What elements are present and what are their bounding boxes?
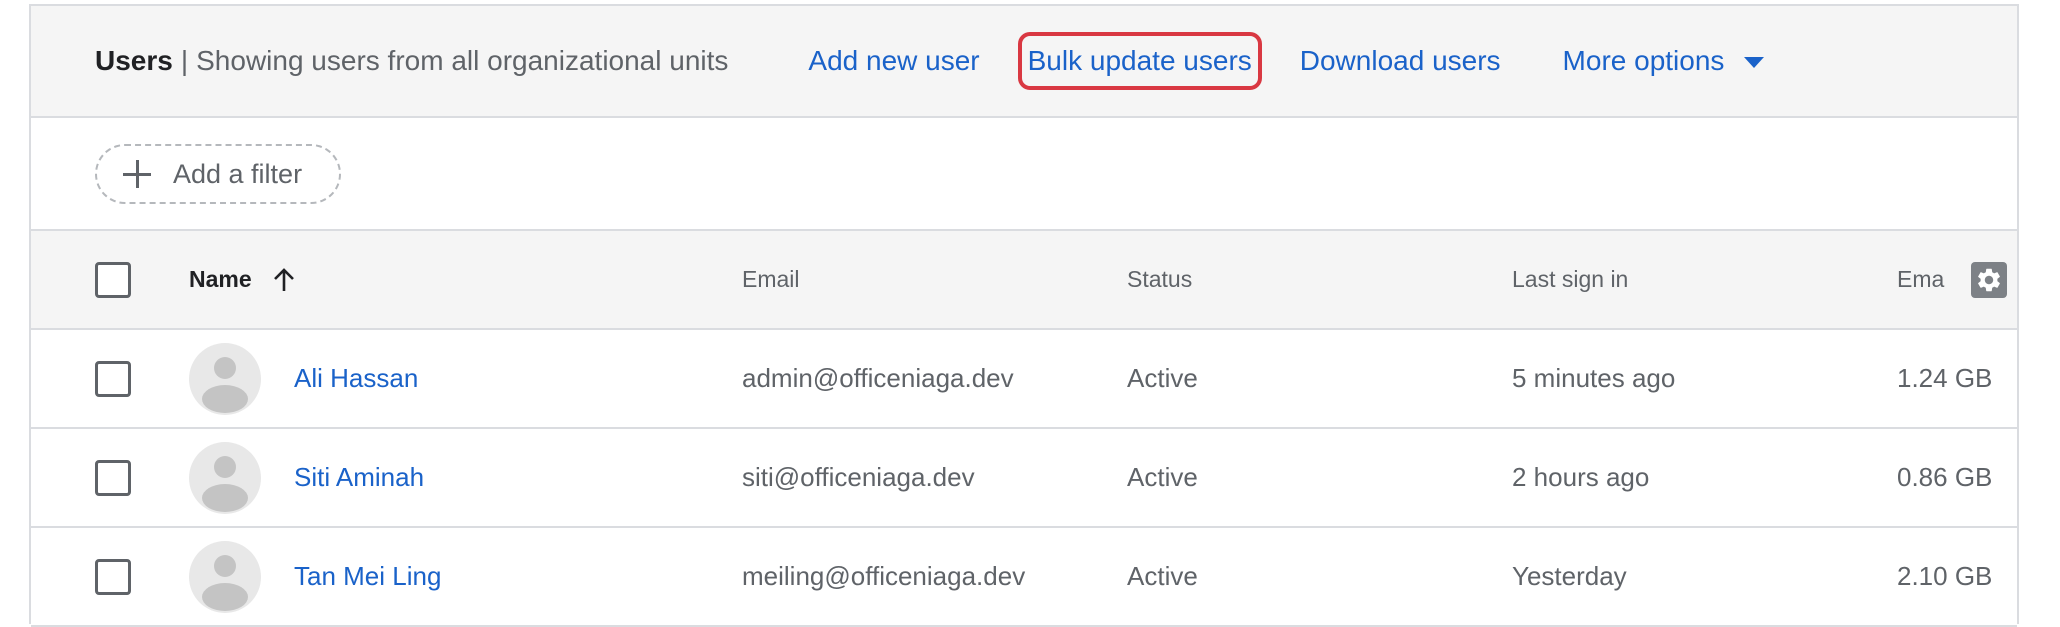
user-storage: 2.10 GB (1897, 561, 1993, 591)
bulk-update-users-link[interactable]: Bulk update users (1017, 32, 1262, 90)
user-last-sign-in: 5 minutes ago (1512, 363, 1676, 393)
user-email: meiling@officeniaga.dev (742, 561, 1026, 591)
user-storage: 0.86 GB (1897, 462, 1993, 492)
table-header-row: Name Email Status Last sign in Ema (31, 231, 2017, 330)
table-row[interactable]: Ali Hassan admin@officeniaga.dev Active … (31, 330, 2017, 429)
user-email: siti@officeniaga.dev (742, 462, 975, 492)
table-row[interactable]: Tan Mei Ling meiling@officeniaga.dev Act… (31, 528, 2017, 627)
table-row[interactable]: Siti Aminah siti@officeniaga.dev Active … (31, 429, 2017, 528)
caret-down-icon (1744, 56, 1765, 68)
plus-icon (123, 160, 151, 188)
avatar (189, 342, 261, 415)
user-email: admin@officeniaga.dev (742, 363, 1014, 393)
row-checkbox[interactable] (95, 558, 131, 595)
add-filter-button[interactable]: Add a filter (95, 144, 341, 204)
user-name-link[interactable]: Ali Hassan (294, 330, 418, 427)
more-options-label: More options (1562, 45, 1725, 76)
more-options-menu[interactable]: More options (1563, 45, 1765, 77)
user-storage: 1.24 GB (1897, 363, 1993, 393)
avatar (189, 441, 261, 514)
user-name-link[interactable]: Siti Aminah (294, 429, 424, 526)
column-settings-button[interactable] (1971, 261, 2007, 298)
user-last-sign-in: Yesterday (1512, 561, 1627, 591)
column-header-status[interactable]: Status (1127, 231, 1192, 328)
user-status: Active (1127, 363, 1198, 393)
user-status: Active (1127, 462, 1198, 492)
user-status: Active (1127, 561, 1198, 591)
column-header-storage[interactable]: Ema (1897, 231, 1944, 328)
add-filter-label: Add a filter (173, 158, 303, 189)
users-header: Users | Showing users from all organizat… (31, 6, 2017, 118)
row-checkbox[interactable] (95, 459, 131, 496)
column-label-name: Name (189, 266, 252, 292)
user-last-sign-in: 2 hours ago (1512, 462, 1650, 492)
filter-bar: Add a filter (31, 118, 2017, 231)
arrow-up-icon (273, 267, 294, 291)
users-panel: Users | Showing users from all organizat… (29, 4, 2019, 627)
gear-icon (1978, 268, 2000, 291)
select-all-checkbox[interactable] (95, 261, 131, 298)
page-title: Users (95, 45, 173, 76)
page-subtitle: Showing users from all organizational un… (196, 45, 729, 76)
column-header-email[interactable]: Email (742, 231, 800, 328)
row-checkbox[interactable] (95, 360, 131, 397)
add-new-user-link[interactable]: Add new user (808, 45, 979, 77)
column-header-last-sign-in[interactable]: Last sign in (1512, 231, 1628, 328)
column-header-name[interactable]: Name (189, 231, 296, 328)
avatar (189, 540, 261, 613)
title-separator: | (180, 45, 189, 76)
user-name-link[interactable]: Tan Mei Ling (294, 528, 441, 625)
download-users-link[interactable]: Download users (1300, 45, 1501, 77)
